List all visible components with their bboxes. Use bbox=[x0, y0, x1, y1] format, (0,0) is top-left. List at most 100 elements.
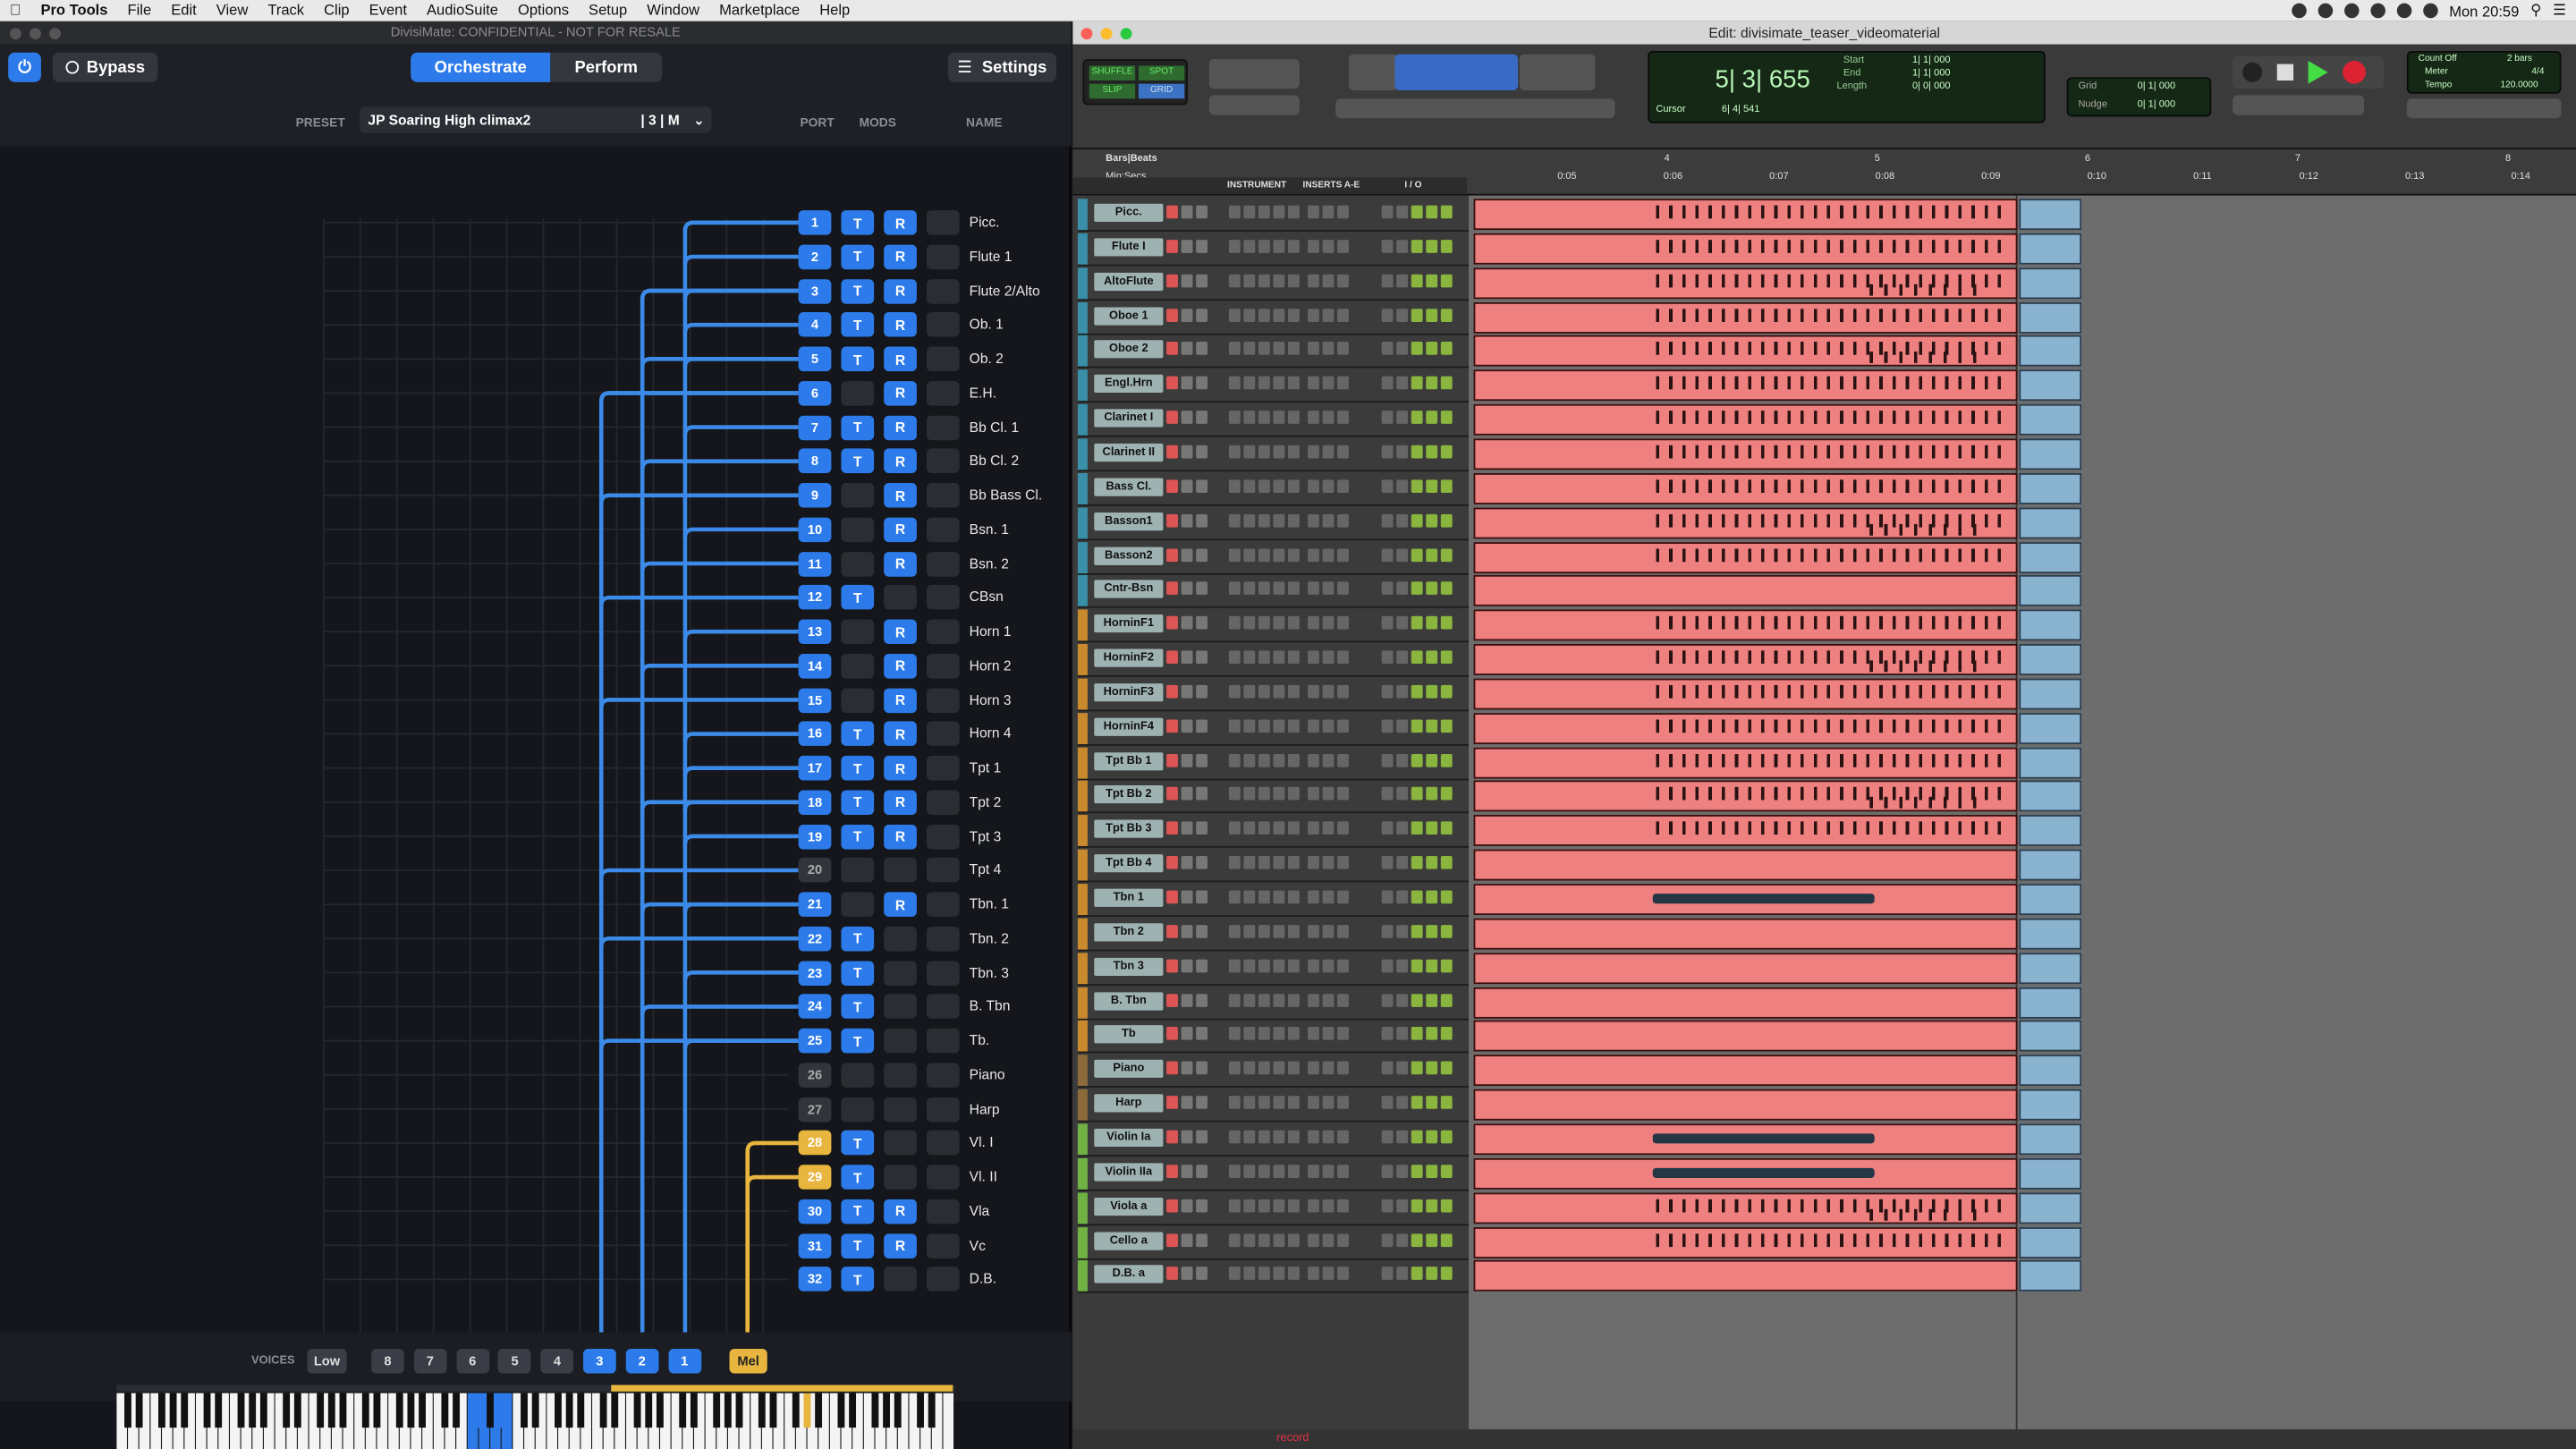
track-control[interactable] bbox=[1228, 924, 1241, 938]
track-control[interactable] bbox=[1258, 342, 1270, 356]
solo-button[interactable] bbox=[1181, 479, 1193, 493]
midi-clip-tail[interactable] bbox=[2019, 541, 2082, 573]
track-control[interactable] bbox=[1381, 1027, 1394, 1041]
track-control[interactable] bbox=[1337, 1267, 1349, 1281]
track-control[interactable] bbox=[1228, 1096, 1241, 1109]
record-enable-button[interactable] bbox=[1166, 684, 1178, 699]
track-control[interactable] bbox=[1426, 411, 1438, 425]
search-icon[interactable]: ⚲ bbox=[2530, 2, 2541, 20]
midi-clip[interactable] bbox=[1473, 712, 2018, 744]
track-control[interactable] bbox=[1396, 1061, 1409, 1075]
solo-button[interactable] bbox=[1181, 1164, 1193, 1178]
track-control[interactable] bbox=[1440, 342, 1453, 356]
track-name[interactable]: HorninF3 bbox=[1094, 682, 1164, 702]
track-control[interactable] bbox=[1411, 616, 1423, 630]
track-name[interactable]: Flute I bbox=[1094, 238, 1164, 257]
mod-slot[interactable] bbox=[926, 244, 960, 269]
track-control[interactable] bbox=[1273, 411, 1285, 425]
port-number[interactable]: 16 bbox=[798, 721, 832, 747]
track-control[interactable] bbox=[1411, 890, 1423, 904]
transpose-toggle[interactable] bbox=[841, 483, 875, 508]
track-control[interactable] bbox=[1243, 787, 1256, 801]
port-number[interactable]: 9 bbox=[798, 483, 832, 508]
mod-slot[interactable] bbox=[926, 1097, 960, 1122]
track-control[interactable] bbox=[1337, 924, 1349, 938]
track-control[interactable] bbox=[1411, 1199, 1423, 1212]
track-control[interactable] bbox=[1411, 581, 1423, 596]
track-control[interactable] bbox=[1228, 753, 1241, 767]
track-control[interactable] bbox=[1228, 411, 1241, 425]
midi-clip-tail[interactable] bbox=[2019, 335, 2082, 368]
track-control[interactable] bbox=[1288, 1096, 1300, 1109]
track-control[interactable] bbox=[1228, 513, 1241, 527]
track-control[interactable] bbox=[1308, 787, 1319, 801]
track-control[interactable] bbox=[1308, 581, 1319, 596]
track-row[interactable]: Viola a bbox=[1077, 1191, 1470, 1225]
track-control[interactable] bbox=[1273, 959, 1285, 972]
track-control[interactable] bbox=[1273, 1096, 1285, 1109]
solo-button[interactable] bbox=[1181, 274, 1193, 287]
record-enable-button[interactable] bbox=[1166, 205, 1178, 219]
main-counter[interactable]: 5| 3| 655 Start End Length 1| 1| 000 1| … bbox=[1648, 50, 2046, 123]
mod-slot[interactable] bbox=[926, 1199, 960, 1224]
mod-slot[interactable] bbox=[926, 414, 960, 440]
track-control[interactable] bbox=[1322, 274, 1335, 287]
track-row[interactable]: Bass Cl. bbox=[1077, 472, 1470, 506]
midi-clip[interactable] bbox=[1473, 1157, 2018, 1190]
midi-clip[interactable] bbox=[1473, 746, 2018, 778]
track-row[interactable]: Clarinet II bbox=[1077, 438, 1470, 472]
track-control[interactable] bbox=[1308, 959, 1319, 972]
midi-clip-tail[interactable] bbox=[2019, 369, 2082, 402]
midi-clip[interactable] bbox=[1473, 849, 2018, 881]
track-control[interactable] bbox=[1381, 993, 1394, 1007]
track-control[interactable] bbox=[1258, 377, 1270, 390]
track-name[interactable]: Basson1 bbox=[1094, 512, 1164, 530]
track-name[interactable]: Tpt Bb 4 bbox=[1094, 854, 1164, 873]
track-row[interactable]: Violin IIa bbox=[1077, 1157, 1470, 1191]
solo-button[interactable] bbox=[1181, 1096, 1193, 1109]
track-name[interactable]: Piano bbox=[1094, 1060, 1164, 1079]
track-control[interactable] bbox=[1411, 513, 1423, 527]
track-control[interactable] bbox=[1440, 1130, 1453, 1144]
track-control[interactable] bbox=[1273, 787, 1285, 801]
track-control[interactable] bbox=[1426, 377, 1438, 390]
mute-button[interactable] bbox=[1196, 513, 1208, 527]
track-control[interactable] bbox=[1258, 924, 1270, 938]
range-toggle[interactable] bbox=[884, 994, 917, 1020]
trim-select-grab-tools[interactable] bbox=[1394, 54, 1519, 91]
track-control[interactable] bbox=[1322, 1267, 1335, 1281]
track-control[interactable] bbox=[1381, 1233, 1394, 1247]
track-control[interactable] bbox=[1243, 479, 1256, 493]
track-name[interactable]: Picc. bbox=[1094, 203, 1164, 222]
transpose-toggle[interactable] bbox=[841, 858, 875, 883]
record-enable-button[interactable] bbox=[1166, 924, 1178, 938]
midi-clip[interactable] bbox=[1473, 1226, 2018, 1258]
track-control[interactable] bbox=[1426, 479, 1438, 493]
midi-clip-tail[interactable] bbox=[2019, 884, 2082, 916]
mute-button[interactable] bbox=[1196, 1027, 1208, 1041]
track-control[interactable] bbox=[1440, 993, 1453, 1007]
track-control[interactable] bbox=[1396, 479, 1409, 493]
track-name[interactable]: Tbn 2 bbox=[1094, 922, 1164, 942]
range-toggle[interactable]: R bbox=[884, 210, 917, 235]
track-control[interactable] bbox=[1396, 205, 1409, 219]
track-control[interactable] bbox=[1258, 479, 1270, 493]
track-control[interactable] bbox=[1396, 787, 1409, 801]
track-control[interactable] bbox=[1243, 513, 1256, 527]
track-control[interactable] bbox=[1337, 787, 1349, 801]
transpose-toggle[interactable] bbox=[841, 892, 875, 917]
track-control[interactable] bbox=[1396, 616, 1409, 630]
track-control[interactable] bbox=[1396, 1267, 1409, 1281]
record-enable-button[interactable] bbox=[1166, 993, 1178, 1007]
midi-clip-tail[interactable] bbox=[2019, 987, 2082, 1018]
transpose-toggle[interactable]: T bbox=[841, 1233, 875, 1258]
track-control[interactable] bbox=[1288, 616, 1300, 630]
track-control[interactable] bbox=[1308, 1164, 1319, 1178]
track-control[interactable] bbox=[1426, 239, 1438, 253]
port-number[interactable]: 10 bbox=[798, 517, 832, 542]
track-control[interactable] bbox=[1396, 650, 1409, 665]
mod-slot[interactable] bbox=[926, 1233, 960, 1258]
mod-slot[interactable] bbox=[926, 517, 960, 542]
track-name[interactable]: Clarinet I bbox=[1094, 409, 1164, 428]
track-row[interactable]: Tbn 1 bbox=[1077, 884, 1470, 917]
